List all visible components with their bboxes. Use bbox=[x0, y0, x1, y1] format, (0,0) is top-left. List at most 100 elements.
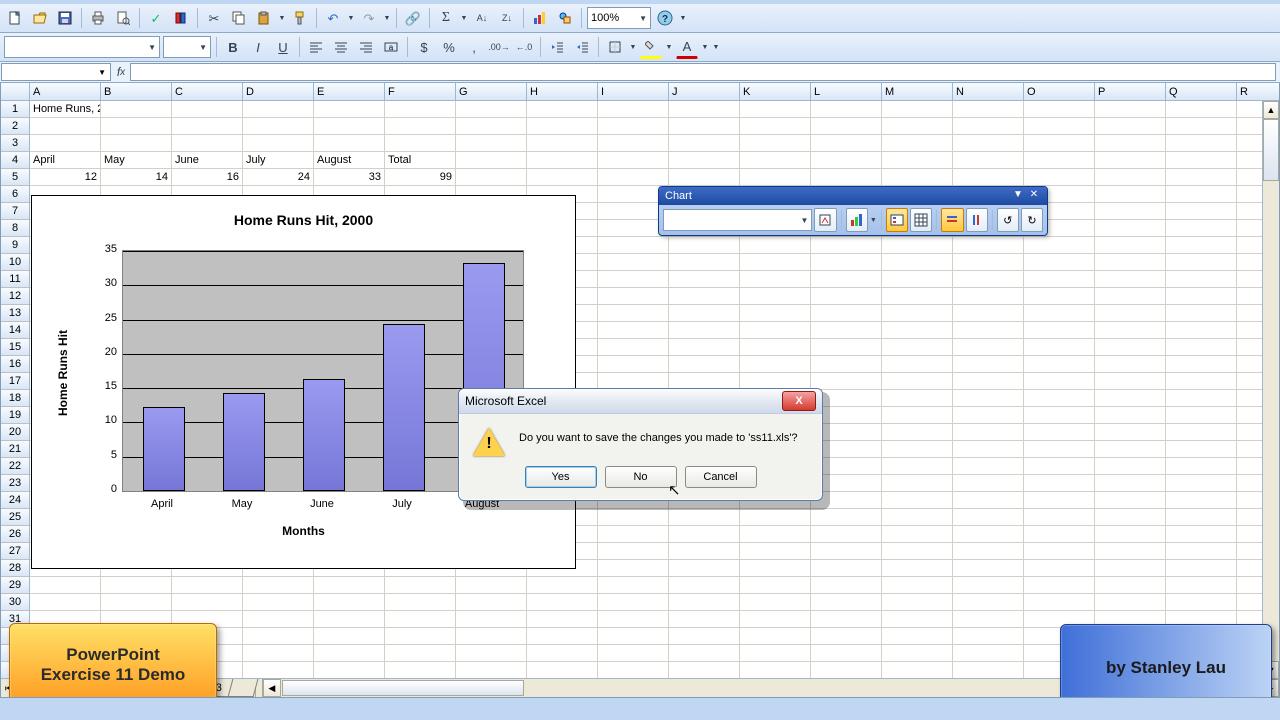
column-header[interactable]: Q bbox=[1166, 83, 1237, 101]
cell[interactable] bbox=[243, 628, 314, 645]
cell[interactable] bbox=[669, 305, 740, 322]
cell[interactable] bbox=[882, 441, 953, 458]
cell[interactable] bbox=[669, 339, 740, 356]
column-header[interactable]: O bbox=[1024, 83, 1095, 101]
cell[interactable] bbox=[1166, 237, 1237, 254]
cell[interactable] bbox=[811, 135, 882, 152]
cell[interactable] bbox=[1024, 135, 1095, 152]
cell[interactable] bbox=[882, 118, 953, 135]
cell[interactable] bbox=[811, 237, 882, 254]
cell[interactable] bbox=[1166, 254, 1237, 271]
cell[interactable] bbox=[101, 594, 172, 611]
cell[interactable] bbox=[1166, 560, 1237, 577]
cell[interactable] bbox=[953, 390, 1024, 407]
cell[interactable] bbox=[953, 526, 1024, 543]
select-all-corner[interactable] bbox=[1, 83, 30, 101]
cell[interactable] bbox=[1095, 186, 1166, 203]
column-header[interactable]: E bbox=[314, 83, 385, 101]
row-header[interactable]: 17 bbox=[1, 373, 30, 390]
row-header[interactable]: 22 bbox=[1, 458, 30, 475]
column-header[interactable]: A bbox=[30, 83, 101, 101]
row-header[interactable]: 4 bbox=[1, 152, 30, 169]
cell[interactable] bbox=[1024, 492, 1095, 509]
cell[interactable] bbox=[243, 645, 314, 662]
align-center-icon[interactable] bbox=[330, 36, 352, 58]
cell[interactable] bbox=[1024, 526, 1095, 543]
cell[interactable] bbox=[1166, 458, 1237, 475]
cell[interactable] bbox=[1166, 288, 1237, 305]
format-object-icon[interactable] bbox=[814, 208, 836, 232]
cell[interactable] bbox=[385, 611, 456, 628]
cell[interactable] bbox=[669, 594, 740, 611]
cell[interactable] bbox=[882, 492, 953, 509]
cell[interactable] bbox=[527, 152, 598, 169]
cell[interactable] bbox=[1166, 424, 1237, 441]
print-preview-icon[interactable] bbox=[112, 7, 134, 29]
cell[interactable] bbox=[811, 288, 882, 305]
cell[interactable] bbox=[811, 356, 882, 373]
fill-color-icon[interactable] bbox=[640, 35, 662, 59]
cell[interactable] bbox=[1166, 220, 1237, 237]
cell[interactable] bbox=[953, 509, 1024, 526]
chart-type-dropdown-icon[interactable]: ▼ bbox=[870, 210, 877, 230]
cell[interactable] bbox=[740, 169, 811, 186]
cell[interactable] bbox=[669, 645, 740, 662]
cell[interactable] bbox=[953, 492, 1024, 509]
cell[interactable] bbox=[1024, 475, 1095, 492]
cell[interactable] bbox=[1166, 526, 1237, 543]
cell[interactable] bbox=[740, 237, 811, 254]
cell[interactable] bbox=[811, 373, 882, 390]
cell[interactable]: April bbox=[30, 152, 101, 169]
cell[interactable] bbox=[598, 356, 669, 373]
undo-icon[interactable]: ↶ bbox=[322, 7, 344, 29]
yes-button[interactable]: Yes bbox=[525, 466, 597, 488]
cell[interactable] bbox=[1166, 407, 1237, 424]
cell[interactable] bbox=[1024, 390, 1095, 407]
cell[interactable] bbox=[598, 594, 669, 611]
cell[interactable] bbox=[953, 101, 1024, 118]
row-header[interactable]: 20 bbox=[1, 424, 30, 441]
row-header[interactable]: 30 bbox=[1, 594, 30, 611]
cell[interactable] bbox=[882, 662, 953, 679]
toolbar-options-icon[interactable]: ▼ bbox=[679, 8, 687, 28]
column-header[interactable]: P bbox=[1095, 83, 1166, 101]
cell[interactable] bbox=[882, 288, 953, 305]
decrease-decimal-icon[interactable]: ←.0 bbox=[513, 36, 535, 58]
cell[interactable] bbox=[811, 152, 882, 169]
currency-icon[interactable]: $ bbox=[413, 36, 435, 58]
cell[interactable] bbox=[385, 135, 456, 152]
cell[interactable] bbox=[385, 628, 456, 645]
cell[interactable] bbox=[314, 628, 385, 645]
cell[interactable] bbox=[740, 356, 811, 373]
cell[interactable] bbox=[243, 101, 314, 118]
row-header[interactable]: 26 bbox=[1, 526, 30, 543]
row-header[interactable]: 28 bbox=[1, 560, 30, 577]
autosum-icon[interactable]: Σ bbox=[435, 7, 457, 29]
undo-dropdown-icon[interactable]: ▼ bbox=[347, 8, 355, 28]
cell[interactable] bbox=[811, 339, 882, 356]
cell[interactable] bbox=[1095, 458, 1166, 475]
cell[interactable] bbox=[1095, 356, 1166, 373]
cell[interactable] bbox=[669, 322, 740, 339]
embedded-chart[interactable]: Home Runs Hit, 2000 Home Runs Hit 051015… bbox=[31, 195, 576, 569]
cell[interactable] bbox=[1095, 577, 1166, 594]
cell[interactable]: 14 bbox=[101, 169, 172, 186]
column-header[interactable]: F bbox=[385, 83, 456, 101]
research-icon[interactable] bbox=[170, 7, 192, 29]
bold-button[interactable]: B bbox=[222, 36, 244, 58]
help-icon[interactable]: ? bbox=[654, 7, 676, 29]
zoom-combo[interactable]: 100%▼ bbox=[587, 7, 651, 29]
cut-icon[interactable]: ✂ bbox=[203, 7, 225, 29]
cell[interactable] bbox=[1024, 118, 1095, 135]
cell[interactable] bbox=[740, 509, 811, 526]
cell[interactable] bbox=[1024, 237, 1095, 254]
cell[interactable] bbox=[882, 594, 953, 611]
cell[interactable] bbox=[1166, 475, 1237, 492]
cell[interactable] bbox=[1095, 526, 1166, 543]
cell[interactable] bbox=[953, 288, 1024, 305]
cell[interactable] bbox=[172, 594, 243, 611]
cell[interactable] bbox=[740, 577, 811, 594]
cell[interactable]: August bbox=[314, 152, 385, 169]
cell[interactable] bbox=[172, 101, 243, 118]
cell[interactable] bbox=[527, 135, 598, 152]
